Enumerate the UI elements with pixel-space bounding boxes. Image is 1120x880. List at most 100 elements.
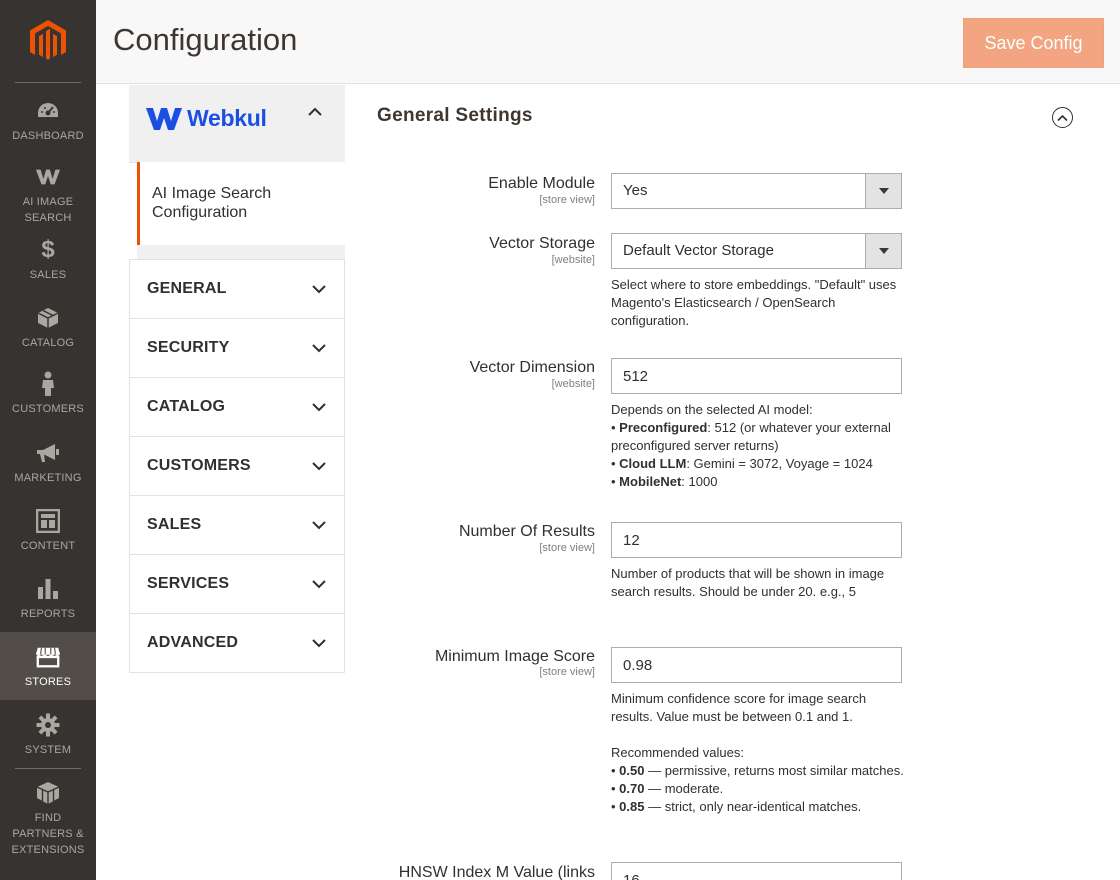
- content-icon: [35, 508, 61, 534]
- enable-module-select[interactable]: Yes: [611, 173, 902, 209]
- webkul-tab-group-header[interactable]: Webkul: [129, 85, 345, 163]
- menu-label: STORES: [24, 676, 72, 688]
- tab-advanced[interactable]: ADVANCED: [130, 613, 344, 672]
- dollar-icon: $: [41, 236, 55, 263]
- note-text: — moderate.: [644, 781, 724, 796]
- note-line: • Preconfigured: 512 (or whatever your e…: [611, 420, 891, 453]
- note-text: — permissive, returns most similar match…: [644, 763, 904, 778]
- magento-logo-icon[interactable]: [0, 0, 96, 82]
- bar-chart-icon: [35, 576, 61, 602]
- tab-label: SALES: [147, 516, 202, 533]
- menu-label: AI IMAGE SEARCH: [22, 196, 74, 224]
- menu-label: REPORTS: [20, 608, 76, 620]
- menu-label: MARKETING: [14, 472, 82, 484]
- menu-item-stores[interactable]: STORES: [0, 632, 96, 700]
- vector-storage-value: Default Vector Storage: [623, 242, 774, 259]
- menu-item-catalog[interactable]: CATALOG: [0, 305, 96, 351]
- vector-storage-select[interactable]: Default Vector Storage: [611, 233, 902, 269]
- enable-module-scope: [store view]: [539, 194, 595, 206]
- chevron-down-icon: [312, 344, 326, 353]
- collapse-section-button[interactable]: [1052, 107, 1073, 128]
- note-text: : Gemini = 3072, Voyage = 1024: [686, 456, 873, 471]
- tab-sales[interactable]: SALES: [130, 495, 344, 554]
- note-bold: 0.50: [619, 763, 645, 778]
- menu-item-system[interactable]: SYSTEM: [0, 712, 96, 758]
- active-tab-label: AI Image Search Configuration: [152, 185, 272, 221]
- tab-label: GENERAL: [147, 280, 227, 297]
- note-spacer: [611, 726, 906, 744]
- vector-storage-note: Select where to store embeddings. "Defau…: [611, 277, 897, 328]
- tab-catalog[interactable]: CATALOG: [130, 377, 344, 436]
- page-title: Configuration: [113, 22, 298, 57]
- extensions-icon: [35, 780, 61, 806]
- min-image-score-input[interactable]: [611, 647, 902, 683]
- hnsw-m-input[interactable]: [611, 862, 902, 880]
- webkul-w-icon: [35, 164, 61, 190]
- number-of-results-input[interactable]: [611, 522, 902, 558]
- tab-label: CATALOG: [147, 398, 226, 415]
- tab-services[interactable]: SERVICES: [130, 554, 344, 613]
- hnsw-m-label: HNSW Index M Value (links: [398, 864, 595, 880]
- chevron-down-icon: [312, 521, 326, 530]
- dashboard-icon: [35, 98, 61, 124]
- menu-label: CATALOG: [21, 337, 75, 349]
- person-icon: [35, 371, 61, 397]
- chevron-up-icon: [1057, 114, 1068, 121]
- menu-divider: [15, 82, 81, 83]
- min-image-score-note: Minimum confidence score for image searc…: [611, 690, 906, 816]
- menu-item-ai-image-search[interactable]: AI IMAGE SEARCH: [0, 164, 96, 226]
- chevron-down-icon: [312, 580, 326, 589]
- enable-module-label: Enable Module: [488, 175, 595, 192]
- menu-item-marketing[interactable]: MARKETING: [0, 440, 96, 486]
- dropdown-arrow-icon: [865, 174, 901, 208]
- min-image-score-label: Minimum Image Score: [434, 648, 595, 665]
- menu-label: SYSTEM: [24, 744, 72, 756]
- webkul-logo: Webkul: [146, 105, 267, 132]
- note-line: • Cloud LLM: Gemini = 3072, Voyage = 102…: [611, 456, 873, 471]
- note-line: • 0.70 — moderate.: [611, 781, 724, 796]
- menu-item-reports[interactable]: REPORTS: [0, 576, 96, 622]
- save-config-button[interactable]: Save Config: [963, 18, 1104, 68]
- dropdown-arrow-icon: [865, 234, 901, 268]
- menu-label: CONTENT: [20, 540, 76, 552]
- admin-menu: DASHBOARD AI IMAGE SEARCH $ SALES CATALO…: [0, 0, 96, 880]
- tab-label: SERVICES: [147, 575, 230, 592]
- tab-label: ADVANCED: [147, 634, 239, 651]
- page-header: Configuration Save Config: [96, 0, 1120, 84]
- tab-list: GENERAL SECURITY CATALOG CUSTOMERS SALES…: [129, 259, 345, 673]
- note-bold: Preconfigured: [619, 420, 708, 435]
- enable-module-value: Yes: [623, 182, 648, 199]
- note-line: • MobileNet: 1000: [611, 474, 718, 489]
- note-bold: MobileNet: [619, 474, 682, 489]
- chevron-down-icon: [312, 403, 326, 412]
- section-title: General Settings: [377, 105, 533, 126]
- gear-icon: [35, 712, 61, 738]
- tab-label: SECURITY: [147, 339, 230, 356]
- vector-dimension-input[interactable]: [611, 358, 902, 394]
- chevron-down-icon: [312, 639, 326, 648]
- menu-item-content[interactable]: CONTENT: [0, 508, 96, 554]
- note-line: Recommended values:: [611, 745, 744, 760]
- note-line: • 0.85 — strict, only near-identical mat…: [611, 799, 862, 814]
- vector-storage-label: Vector Storage: [489, 235, 595, 252]
- tab-general[interactable]: GENERAL: [130, 259, 344, 318]
- note-text: — strict, only near-identical matches.: [644, 799, 862, 814]
- note-line: • 0.50 — permissive, returns most simila…: [611, 763, 904, 778]
- chevron-down-icon: [312, 462, 326, 471]
- menu-label: FIND PARTNERS & EXTENSIONS: [11, 812, 85, 856]
- menu-item-find-partners[interactable]: FIND PARTNERS & EXTENSIONS: [0, 780, 96, 858]
- box-icon: [35, 305, 61, 331]
- tab-customers[interactable]: CUSTOMERS: [130, 436, 344, 495]
- note-bold: Cloud LLM: [619, 456, 687, 471]
- menu-item-dashboard[interactable]: DASHBOARD: [0, 98, 96, 144]
- menu-item-customers[interactable]: CUSTOMERS: [0, 371, 96, 417]
- vector-storage-scope: [website]: [551, 254, 595, 266]
- tab-ai-image-search-configuration[interactable]: AI Image Search Configuration: [137, 162, 345, 245]
- tab-security[interactable]: SECURITY: [130, 318, 344, 377]
- vector-dimension-scope: [website]: [551, 378, 595, 390]
- tab-label: CUSTOMERS: [147, 457, 251, 474]
- vector-dimension-label: Vector Dimension: [469, 359, 595, 376]
- number-of-results-label: Number Of Results: [458, 523, 595, 540]
- store-icon: [35, 644, 61, 670]
- menu-item-sales[interactable]: $ SALES: [0, 236, 96, 283]
